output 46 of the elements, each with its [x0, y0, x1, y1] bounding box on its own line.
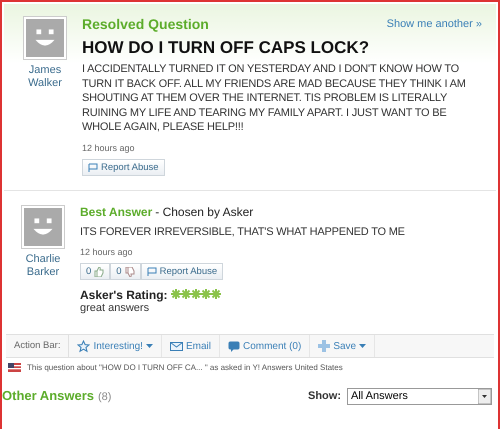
star-icon	[170, 289, 181, 299]
avatar-icon	[23, 16, 67, 60]
notice-text: This question about "HOW DO I TURN OFF CA... " as asked in Y! Answers United States	[27, 363, 343, 372]
thumbs-down-button[interactable]: 0	[110, 263, 141, 280]
flag-icon	[146, 267, 157, 276]
report-abuse-button[interactable]: Report Abuse	[82, 158, 165, 176]
flag-icon	[8, 363, 21, 372]
report-abuse-button[interactable]: Report Abuse	[140, 263, 224, 280]
show-another-link[interactable]: Show me another »	[386, 18, 482, 30]
answer-count: (8)	[98, 391, 112, 403]
author-link[interactable]: Charlie Barker	[20, 252, 66, 278]
save-action-button[interactable]: Save	[310, 335, 376, 357]
filter-select[interactable]: All Answers	[347, 388, 492, 404]
rating-label: Asker's Rating:	[80, 288, 168, 302]
star-icon	[210, 289, 221, 299]
answer-body: ITS FOREVER IRREVERSIBLE, THAT'S WHAT HAPPENED TO ME	[80, 224, 405, 239]
question-title: HOW DO I TURN OFF CAPS LOCK?	[82, 38, 370, 58]
question-body: I ACCIDENTALLY TURNED IT ON YESTERDAY AND I DON'T KNOW HOW TO TURN IT BACK OFF. ALL MY FRIENDS ARE MAD BECAUSE THEY THINK I AM SHOUTING AT THEM OVER THE INTERNET. TIS PROBLEM IS LITERALLY RUINING MY LIFE AND TEARING MY FAMILY APART. I JUST WANT TO BE WHOLE AGAIN, PLEASE HELP!!!	[82, 62, 467, 134]
star-icon	[190, 289, 201, 299]
star-action-button[interactable]: Interesting!	[69, 335, 162, 357]
thumbs-down-icon	[124, 266, 135, 276]
action-bar-label: Action Bar:	[6, 335, 70, 357]
star-icon	[200, 289, 211, 299]
best-answer-label: Best Answer	[80, 204, 152, 218]
rating-comment: great answers	[80, 302, 150, 314]
speech-bubble-icon	[228, 340, 240, 352]
star-icon	[77, 340, 90, 352]
chosen-by-text: - Chosen by Asker	[155, 204, 254, 218]
flag-icon	[88, 162, 98, 172]
star-icon	[180, 289, 191, 299]
thumbs-up-button[interactable]: 0	[80, 263, 110, 280]
envelope-icon	[170, 342, 183, 350]
caret-icon	[146, 344, 153, 348]
avatar-icon	[21, 204, 65, 248]
timestamp: 12 hours ago	[82, 142, 135, 152]
timestamp: 12 hours ago	[80, 247, 133, 257]
thumbs-up-icon	[94, 266, 104, 276]
author-link[interactable]: James Walker	[22, 64, 68, 90]
caret-icon	[359, 344, 366, 348]
dropdown-icon	[478, 388, 491, 404]
show-label: Show:	[308, 390, 341, 402]
email-action-button[interactable]: Email	[162, 335, 220, 357]
comment-action-button[interactable]: Comment (0)	[220, 335, 310, 357]
section-title: Other Answers	[2, 388, 94, 403]
status-label: Resolved Question	[82, 16, 209, 32]
plus-icon	[318, 340, 330, 352]
